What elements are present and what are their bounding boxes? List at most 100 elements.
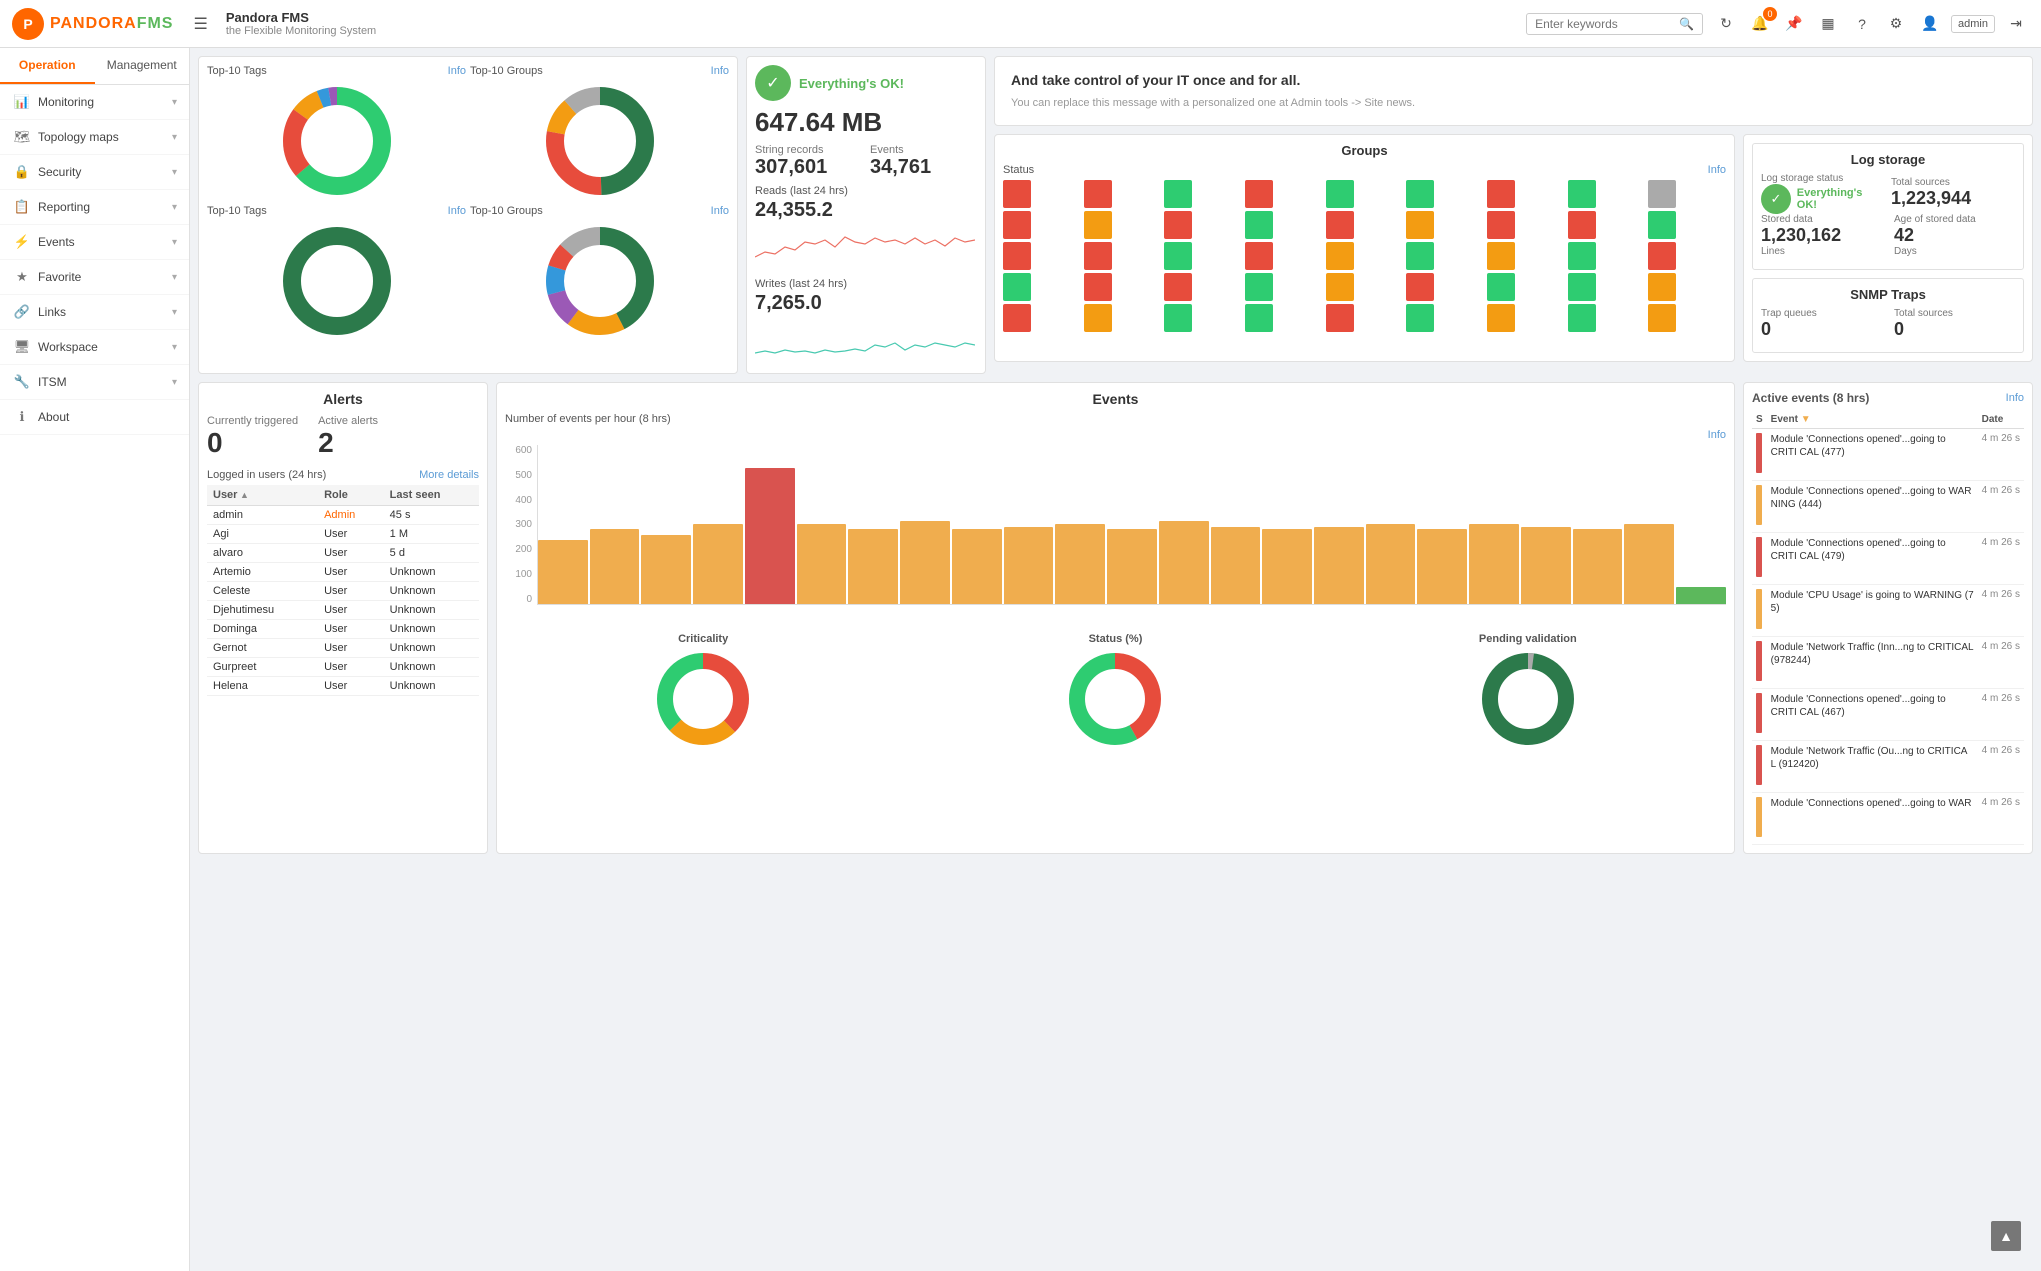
sidebar-item-reporting[interactable]: 📋 Reporting ▾ xyxy=(0,190,189,225)
reads-section: Reads (last 24 hrs) 24,355.2 xyxy=(755,185,977,272)
bar xyxy=(745,468,795,604)
event-description: Module 'Network Traffic (Ou...ng to CRIT… xyxy=(1771,746,1967,770)
app-subtitle: the Flexible Monitoring System xyxy=(226,25,1516,37)
snmp-total-sources-cell: Total sources 0 xyxy=(1894,308,2015,340)
tab-management[interactable]: Management xyxy=(95,48,190,84)
group-cell xyxy=(1648,273,1676,301)
y-axis-label: 600 xyxy=(505,445,535,456)
group-cell xyxy=(1648,304,1676,332)
help-icon[interactable]: ? xyxy=(1849,11,1875,37)
sidebar-item-about[interactable]: ℹ About xyxy=(0,400,189,435)
logo[interactable]: P PANDORAFMS xyxy=(12,8,173,40)
sidebar-item-favorite[interactable]: ★ Favorite ▾ xyxy=(0,260,189,295)
col-lastseen[interactable]: Last seen xyxy=(384,485,479,506)
reads-sparkline-svg xyxy=(755,222,975,267)
sidebar-item-links[interactable]: 🔗 Links ▾ xyxy=(0,295,189,330)
group-cell xyxy=(1648,180,1676,208)
role-cell: User xyxy=(318,544,384,563)
col-user[interactable]: User xyxy=(207,485,318,506)
top-row: Top-10 Tags Info xyxy=(198,56,2033,374)
event-description: Module 'Connections opened'...going to W… xyxy=(1771,798,1972,809)
col-role[interactable]: Role xyxy=(318,485,384,506)
severity-indicator xyxy=(1756,433,1762,473)
user-cell: Helena xyxy=(207,677,318,696)
sidebar-item-monitoring[interactable]: 📊 Monitoring ▾ xyxy=(0,85,189,120)
sidebar: Operation Management 📊 Monitoring ▾ 🗺 To… xyxy=(0,48,190,1271)
severity-cell xyxy=(1752,429,1767,481)
reads-sparkline xyxy=(755,222,977,272)
grid-icon[interactable]: ▦ xyxy=(1815,11,1841,37)
y-axis-label: 400 xyxy=(505,495,535,506)
ok-badge: ✓ xyxy=(755,65,791,101)
pin-icon[interactable]: 📌 xyxy=(1781,11,1807,37)
tab-operation[interactable]: Operation xyxy=(0,48,95,84)
scroll-top-button[interactable]: ▲ xyxy=(1991,1221,2021,1251)
favorite-icon: ★ xyxy=(14,269,30,285)
criticality-label: Criticality xyxy=(678,633,728,645)
col-date: Date xyxy=(1978,411,2024,429)
storage-value: 647.64 MB xyxy=(755,107,977,138)
chevron-down-icon: ▾ xyxy=(172,167,177,178)
hamburger-icon[interactable]: ☰ xyxy=(193,14,207,34)
sidebar-item-label: Events xyxy=(38,235,75,249)
refresh-icon[interactable]: ↻ xyxy=(1713,11,1739,37)
search-icon[interactable]: 🔍 xyxy=(1679,17,1694,31)
group-cell xyxy=(1164,180,1192,208)
table-row: Celeste User Unknown xyxy=(207,582,479,601)
bar xyxy=(1004,527,1054,604)
group-cell xyxy=(1164,304,1192,332)
group-cell xyxy=(1245,180,1273,208)
event-time-cell: 4 m 26 s xyxy=(1978,689,2024,741)
group-cell xyxy=(1003,242,1031,270)
y-axis-label: 0 xyxy=(505,594,535,605)
severity-indicator xyxy=(1756,485,1762,525)
sidebar-item-itsm[interactable]: 🔧 ITSM ▾ xyxy=(0,365,189,400)
reads-value: 24,355.2 xyxy=(755,199,977,222)
log-total-sources-cell: Total sources 1,223,944 xyxy=(1891,177,2015,209)
writes-label: Writes (last 24 hrs) xyxy=(755,278,977,290)
age-value: 42 xyxy=(1894,225,2015,246)
bar xyxy=(1211,527,1261,604)
bar xyxy=(1521,527,1571,604)
donut-tags-info[interactable]: Info xyxy=(448,65,466,77)
lastseen-cell: Unknown xyxy=(384,601,479,620)
table-row: admin Admin 45 s xyxy=(207,506,479,525)
donut-groups2-info[interactable]: Info xyxy=(711,205,729,217)
group-cell xyxy=(1487,180,1515,208)
logout-icon[interactable]: ⇥ xyxy=(2003,11,2029,37)
admin-label[interactable]: admin xyxy=(1951,15,1995,33)
role-cell: User xyxy=(318,525,384,544)
topbar-title: Pandora FMS the Flexible Monitoring Syst… xyxy=(226,10,1516,37)
role-cell: User xyxy=(318,563,384,582)
severity-cell xyxy=(1752,793,1767,845)
events-info-link[interactable]: Info xyxy=(1708,429,1726,441)
groups-info-link[interactable]: Info xyxy=(1708,164,1726,176)
event-time-cell: 4 m 26 s xyxy=(1978,585,2024,637)
chevron-down-icon: ▾ xyxy=(172,237,177,248)
topbar: P PANDORAFMS ☰ Pandora FMS the Flexible … xyxy=(0,0,2041,48)
donut-tags: Top-10 Tags Info xyxy=(207,65,466,201)
alerts-stats: Currently triggered 0 Active alerts 2 xyxy=(207,415,479,459)
user-icon[interactable]: 👤 xyxy=(1917,11,1943,37)
settings-icon[interactable]: ⚙ xyxy=(1883,11,1909,37)
sidebar-item-workspace[interactable]: 🖥 Workspace ▾ xyxy=(0,330,189,365)
sidebar-item-label: Topology maps xyxy=(38,130,119,144)
donut-tags2-info[interactable]: Info xyxy=(448,205,466,217)
sidebar-item-label: Favorite xyxy=(38,270,81,284)
active-events-info-link[interactable]: Info xyxy=(2006,392,2024,404)
donut-groups1-info[interactable]: Info xyxy=(711,65,729,77)
notification-icon[interactable]: 🔔 0 xyxy=(1747,11,1773,37)
sidebar-item-security[interactable]: 🔒 Security ▾ xyxy=(0,155,189,190)
sidebar-item-label: Workspace xyxy=(38,340,98,354)
sidebar-item-topology[interactable]: 🗺 Topology maps ▾ xyxy=(0,120,189,155)
lastseen-cell: 45 s xyxy=(384,506,479,525)
user-cell: Artemio xyxy=(207,563,318,582)
bar xyxy=(538,540,588,604)
group-cell xyxy=(1326,242,1354,270)
chevron-down-icon: ▾ xyxy=(172,377,177,388)
sidebar-item-events[interactable]: ⚡ Events ▾ xyxy=(0,225,189,260)
more-details-link[interactable]: More details xyxy=(419,469,479,481)
stored-data-value: 1,230,162 xyxy=(1761,225,1882,246)
search-input[interactable] xyxy=(1535,17,1675,31)
users-table: User Role Last seen admin Admin 45 sAgi … xyxy=(207,485,479,696)
